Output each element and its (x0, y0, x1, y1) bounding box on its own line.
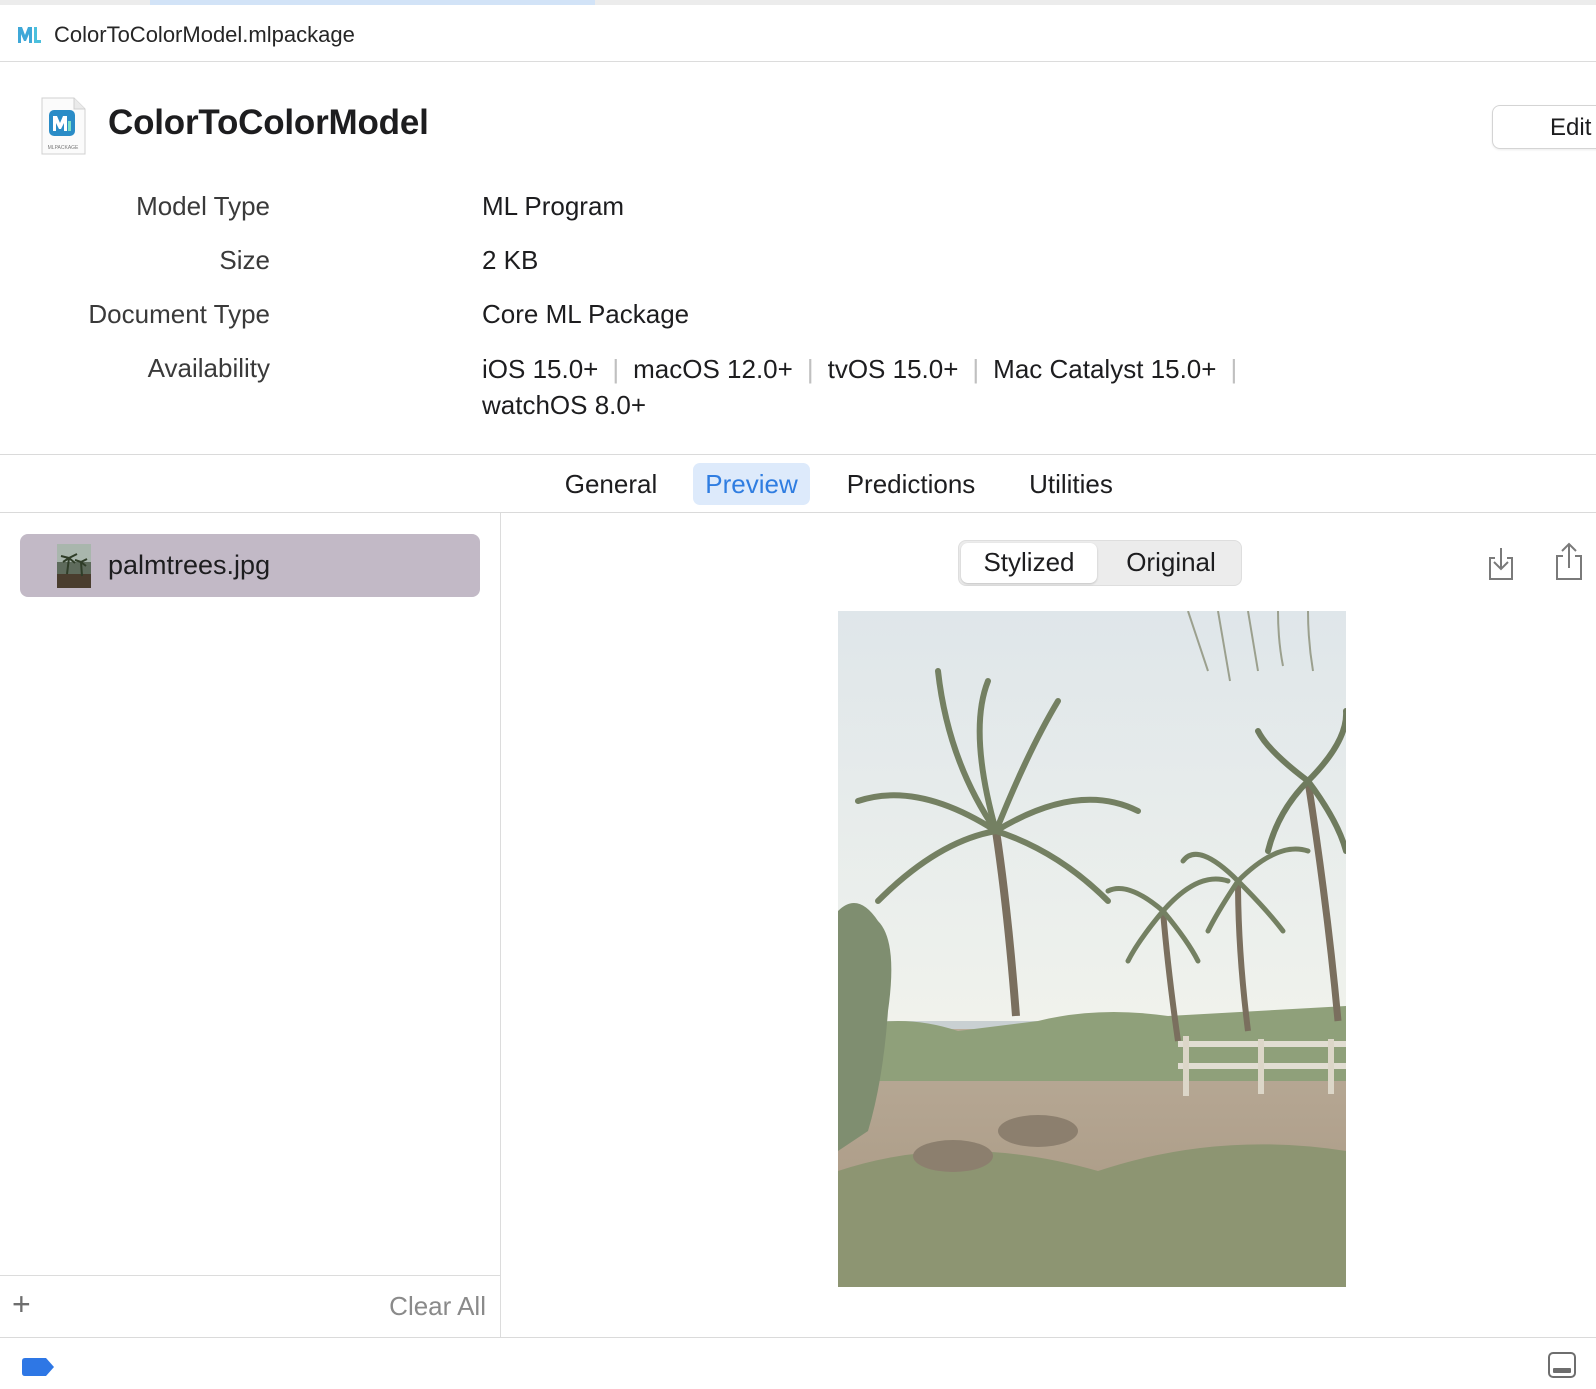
tag-badge-icon[interactable] (22, 1358, 54, 1376)
model-title: ColorToColorModel (108, 103, 429, 142)
size-row: Size 2 KB (0, 245, 1400, 285)
segment-original[interactable]: Original (1103, 541, 1239, 585)
model-type-row: Model Type ML Program (0, 191, 1400, 231)
document-type-row: Document Type Core ML Package (0, 299, 1400, 339)
availability-item: iOS 15.0+ (482, 354, 599, 384)
availability-item: macOS 12.0+ (633, 354, 793, 384)
model-type-value: ML Program (482, 191, 625, 221)
edit-label: Edit (1550, 114, 1592, 141)
segment-stylized[interactable]: Stylized (961, 543, 1097, 583)
availability-item: Mac Catalyst 15.0+ (993, 354, 1217, 384)
size-value: 2 KB (482, 245, 539, 275)
availability-item: tvOS 15.0+ (827, 354, 959, 384)
file-name: palmtrees.jpg (108, 550, 271, 580)
bottom-status-bar (0, 1337, 1596, 1389)
separator: | (612, 354, 620, 384)
tab-general[interactable]: General (554, 463, 668, 505)
coreml-file-icon (18, 27, 41, 43)
availability-label: Availability (147, 353, 270, 383)
clear-all-button[interactable]: Clear All (389, 1291, 486, 1322)
stylized-original-toggle: Stylized Original (958, 540, 1242, 586)
stylized-preview-image (838, 611, 1346, 1287)
mlpackage-caption: MLPACKAGE (48, 145, 79, 151)
download-icon[interactable] (1484, 544, 1518, 582)
tab-utilities[interactable]: Utilities (1012, 463, 1130, 505)
tab-predictions[interactable]: Predictions (836, 463, 986, 505)
plus-icon[interactable]: + (12, 1288, 31, 1320)
edit-button[interactable]: Edit (1492, 105, 1596, 149)
model-type-label: Model Type (136, 191, 270, 221)
document-type-value: Core ML Package (482, 299, 690, 329)
separator: | (806, 354, 814, 384)
separator: | (972, 354, 980, 384)
size-label: Size (219, 245, 270, 275)
tab-bar: General Preview Predictions Utilities (0, 455, 1596, 513)
document-type-label: Document Type (88, 299, 270, 329)
input-file-list: palmtrees.jpg + Clear All (0, 513, 501, 1337)
share-icon[interactable] (1552, 540, 1586, 582)
file-list-footer: + Clear All (0, 1275, 500, 1338)
availability-item: watchOS 8.0+ (482, 390, 647, 420)
availability-row: Availability iOS 15.0+ | macOS 12.0+ | tvOS … (0, 353, 1400, 433)
availability-list: iOS 15.0+ | macOS 12.0+ | tvOS 15.0+ | Mac Cat… (482, 351, 1282, 423)
toggle-panel-icon[interactable] (1548, 1352, 1576, 1378)
path-bar: ColorToColorModel.mlpackage (0, 5, 1596, 62)
file-path-title[interactable]: ColorToColorModel.mlpackage (54, 22, 355, 48)
mlpackage-document-icon: MLPACKAGE (41, 97, 86, 155)
tab-preview[interactable]: Preview (693, 463, 810, 505)
file-thumbnail (57, 544, 91, 588)
file-list-item[interactable]: palmtrees.jpg (20, 534, 480, 597)
separator: | (1230, 354, 1238, 384)
